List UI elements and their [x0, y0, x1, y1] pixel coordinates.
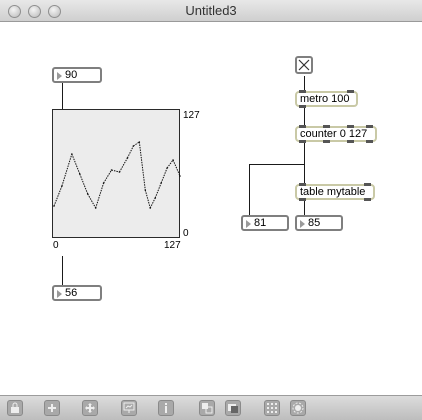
table-point [71, 153, 73, 155]
inlet[interactable] [347, 125, 354, 128]
title-bar: Untitled3 [0, 0, 422, 22]
patch-cord[interactable] [249, 164, 250, 215]
number-box[interactable]: 56 [52, 285, 102, 301]
outlet[interactable] [366, 140, 373, 143]
inlet[interactable] [366, 125, 373, 128]
table-x-min-label: 0 [53, 240, 59, 251]
number-arrow-icon [246, 220, 251, 228]
table-curve-segment [154, 182, 162, 199]
patch-cord[interactable] [62, 256, 63, 286]
table-curve-segment [166, 159, 174, 169]
table-point [102, 182, 105, 184]
grid-icon[interactable] [264, 400, 280, 416]
table-point [166, 167, 168, 169]
number-arrow-icon [57, 290, 62, 298]
table-point [94, 207, 97, 209]
table-point [132, 145, 135, 147]
outlet[interactable] [323, 140, 330, 143]
outlet[interactable] [347, 140, 354, 143]
table-plot [53, 141, 181, 209]
patch-cord[interactable] [62, 82, 63, 109]
table-curve-segment [61, 153, 73, 187]
inlet[interactable] [323, 125, 330, 128]
table-view[interactable] [52, 109, 181, 238]
table-y-max-label: 127 [183, 110, 200, 121]
settings-icon[interactable] [290, 400, 306, 416]
table-point [126, 157, 129, 159]
inlet[interactable] [347, 90, 354, 93]
table-curve-segment [53, 185, 63, 207]
object-text: metro 100 [300, 93, 350, 105]
presentation-icon[interactable] [121, 400, 137, 416]
table-curve-segment [133, 141, 140, 147]
table-curve-segment [103, 169, 112, 184]
toggle-x-icon [298, 59, 310, 71]
outlet[interactable] [299, 140, 306, 143]
table-curve-segment [144, 189, 151, 209]
move-icon[interactable] [82, 400, 98, 416]
table-point [144, 189, 147, 191]
subpatch-icon[interactable] [199, 400, 215, 416]
table-point [86, 193, 89, 195]
number-value: 85 [308, 217, 321, 229]
table-curve-segment [111, 169, 120, 173]
table-curve-segment [87, 193, 97, 209]
table-point [149, 207, 152, 209]
patcher-toolbar [0, 395, 422, 420]
patch-cord[interactable] [304, 108, 305, 125]
inlet[interactable] [299, 90, 306, 93]
object-text: counter 0 127 [300, 128, 368, 140]
table-curve-segment [119, 157, 128, 173]
table-point [160, 182, 162, 184]
table-point [172, 159, 174, 161]
number-box[interactable]: 85 [295, 215, 343, 231]
table-curve-segment [126, 145, 134, 159]
inlet[interactable] [299, 125, 306, 128]
window-icon[interactable] [225, 400, 241, 416]
patch-canvas[interactable]: 90 127 0 0 127 56 metro 100 counter 0 12… [0, 22, 422, 395]
table-point [110, 169, 113, 171]
number-box[interactable]: 81 [241, 215, 289, 231]
number-value: 81 [254, 217, 267, 229]
patch-cord[interactable] [249, 164, 305, 165]
table-point [53, 205, 55, 207]
add-icon[interactable] [44, 400, 60, 416]
table-point [61, 185, 63, 187]
table-y-min-label: 0 [183, 228, 189, 239]
patch-cord[interactable] [304, 200, 305, 215]
number-value: 90 [65, 69, 78, 81]
inspector-icon[interactable] [158, 400, 174, 416]
table-point [78, 173, 81, 175]
table-curve-segment [172, 159, 181, 177]
outlet[interactable] [364, 198, 371, 201]
table-curve-segment [138, 141, 146, 191]
patch-cord[interactable] [304, 142, 305, 184]
table-curve-segment [79, 173, 89, 195]
toggle[interactable] [295, 56, 313, 74]
table-point [154, 197, 156, 199]
table-object[interactable]: table mytable [295, 183, 375, 201]
window-title: Untitled3 [185, 3, 237, 18]
number-arrow-icon [300, 220, 305, 228]
counter-object[interactable]: counter 0 127 [295, 125, 377, 143]
metro-object[interactable]: metro 100 [295, 90, 358, 108]
inlet[interactable] [299, 183, 306, 186]
outlet[interactable] [299, 105, 306, 108]
table-point [179, 175, 181, 177]
number-box[interactable]: 90 [52, 67, 102, 83]
object-text: table mytable [300, 186, 366, 198]
table-curve-segment [160, 167, 168, 184]
lock-icon[interactable] [7, 400, 23, 416]
table-point [118, 171, 121, 173]
table-curve-segment [95, 182, 105, 209]
number-arrow-icon [57, 72, 62, 80]
table-point [138, 141, 141, 143]
table-curve-segment [71, 153, 81, 175]
table-x-max-label: 127 [164, 240, 181, 251]
table-curve-segment [149, 197, 156, 209]
inlet[interactable] [364, 183, 371, 186]
number-value: 56 [65, 287, 78, 299]
outlet[interactable] [299, 198, 306, 201]
